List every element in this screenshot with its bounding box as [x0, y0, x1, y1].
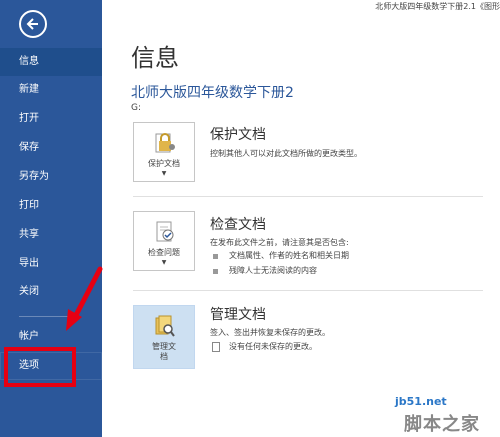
- protect-document-label: 保护文档: [148, 159, 180, 168]
- document-title: 北师大版四年级数学下册2: [131, 85, 294, 101]
- document-icon: [212, 342, 220, 352]
- back-arrow-icon[interactable]: [19, 10, 47, 38]
- annotation-arrow: [66, 266, 103, 331]
- chevron-down-icon: ▼: [161, 259, 167, 266]
- lock-icon: [155, 133, 175, 153]
- section-divider: [133, 196, 483, 197]
- chevron-down-icon: ▼: [161, 170, 167, 177]
- document-check-icon: [156, 221, 174, 242]
- protect-section-title: 保护文档: [210, 127, 266, 143]
- inspect-bullet-2: 残障人士无法阅读的内容: [229, 266, 317, 275]
- page-title: 信息: [131, 44, 179, 72]
- manage-document-label-line1: 管理文: [152, 342, 176, 351]
- sidebar-item-open[interactable]: 打开: [0, 105, 102, 133]
- sidebar-item-save[interactable]: 保存: [0, 134, 102, 162]
- document-path: G:: [131, 103, 142, 113]
- section-divider: [133, 290, 483, 291]
- annotation-highlight-box: [4, 347, 76, 387]
- watermark-url: jb51.net: [395, 395, 447, 408]
- inspect-section-desc: 在发布此文件之前，请注意其是否包含:: [210, 238, 349, 247]
- inspect-bullet-1: 文档属性、作者的姓名和相关日期: [229, 251, 349, 260]
- sidebar-item-info[interactable]: 信息: [0, 48, 102, 76]
- check-issues-button[interactable]: 检查问题 ▼: [133, 211, 195, 271]
- manage-section-note: 没有任何未保存的更改。: [229, 342, 317, 351]
- sidebar-item-new[interactable]: 新建: [0, 76, 102, 104]
- bullet-icon: [213, 269, 218, 274]
- manage-document-icon: [155, 315, 175, 337]
- bullet-icon: [213, 254, 218, 259]
- manage-section-title: 管理文档: [210, 307, 266, 323]
- window-title: 北师大版四年级数学下册2.1《图形: [375, 2, 500, 11]
- manage-document-button[interactable]: 管理文 档: [133, 305, 195, 369]
- sidebar-item-save-as[interactable]: 另存为: [0, 163, 102, 191]
- watermark-text: 脚本之家: [404, 414, 480, 435]
- check-issues-label: 检查问题: [148, 248, 180, 257]
- inspect-section-title: 检查文档: [210, 217, 266, 233]
- sidebar-item-print[interactable]: 打印: [0, 192, 102, 220]
- sidebar-item-share[interactable]: 共享: [0, 221, 102, 249]
- manage-document-label: 管理文 档: [134, 342, 194, 362]
- manage-section-desc: 签入、签出并恢复未保存的更改。: [210, 328, 330, 337]
- manage-document-label-line2: 档: [160, 352, 168, 361]
- protect-section-desc: 控制其他人可以对此文档所做的更改类型。: [210, 149, 362, 158]
- protect-document-button[interactable]: 保护文档 ▼: [133, 122, 195, 182]
